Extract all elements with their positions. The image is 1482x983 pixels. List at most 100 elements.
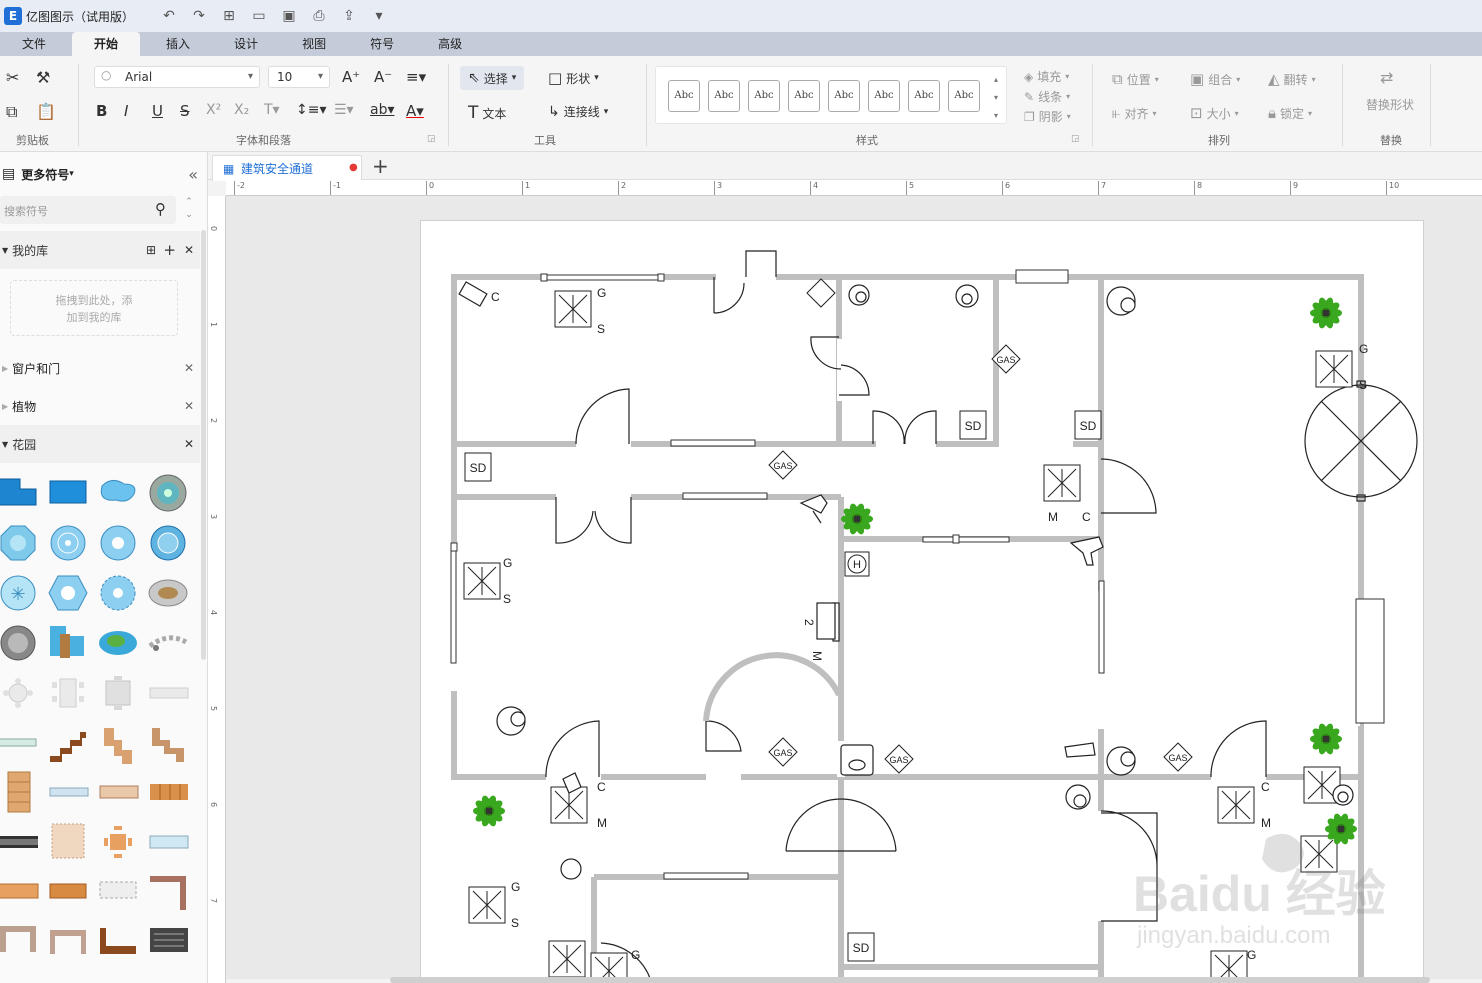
align-button[interactable]: ⫦ 对齐 ▾ — [1112, 104, 1157, 122]
pool-kidney-icon[interactable] — [100, 480, 136, 502]
text-case-icon[interactable]: T▾ — [264, 102, 280, 118]
detector-box[interactable] — [1210, 950, 1248, 979]
gate-icon[interactable] — [0, 926, 36, 952]
detector-box[interactable] — [463, 562, 501, 600]
ladder-icon[interactable] — [7, 771, 31, 813]
floor-plan[interactable]: GAS GAS GAS GAS GAS SD SD SD SD G S G S G S G S C M C M G G C… — [421, 221, 1425, 979]
sd-box[interactable]: SD — [464, 452, 492, 482]
arch-icon[interactable] — [50, 930, 86, 954]
italic-icon[interactable]: I — [124, 102, 128, 120]
gallery-scroll-icon[interactable]: ▴ ▾ ▾ — [994, 71, 998, 125]
detector-box[interactable] — [468, 886, 506, 924]
panel-scrollbar[interactable] — [201, 230, 206, 660]
detector-box[interactable] — [590, 952, 628, 979]
fountain-basin-icon[interactable] — [150, 525, 186, 561]
pond-deck-icon[interactable] — [50, 626, 84, 658]
tab-home[interactable]: 开始 — [72, 32, 141, 56]
close-icon[interactable]: ✕ — [184, 361, 194, 375]
horizontal-scrollbar[interactable] — [390, 977, 1430, 983]
print-icon[interactable]: ⎙ — [308, 8, 330, 24]
raised-bed-icon[interactable] — [100, 928, 136, 954]
plant-icon[interactable] — [1310, 723, 1342, 756]
gas-detector[interactable]: GAS — [884, 744, 914, 774]
sd-box[interactable]: SD — [959, 410, 987, 440]
size-button[interactable]: ⊡ 大小 ▾ — [1190, 104, 1239, 122]
replace-shape-icon[interactable]: ⇄ — [1380, 68, 1393, 87]
curved-wall[interactable] — [703, 652, 842, 722]
new-tab-icon[interactable]: + — [372, 154, 389, 178]
detector-box[interactable] — [554, 290, 592, 328]
bench-icon[interactable] — [149, 687, 189, 699]
group-button[interactable]: ▣ 组合 ▾ — [1190, 70, 1240, 88]
sd-box[interactable]: SD — [847, 932, 875, 962]
superscript-icon[interactable]: X² — [206, 102, 221, 118]
fountain-octagon-icon[interactable] — [0, 525, 36, 561]
document-tab[interactable]: ▦ 建筑安全通道 ● — [212, 155, 362, 181]
redo-icon[interactable]: ↷ — [188, 8, 210, 24]
tab-view[interactable]: 视图 — [280, 32, 348, 56]
deck-icon[interactable] — [150, 784, 188, 800]
fountain-oval-icon[interactable] — [148, 579, 188, 607]
symbol-search-input[interactable]: 搜索符号 ⚲ — [0, 196, 176, 224]
fill-button[interactable]: ◈ 填充 ▾ — [1024, 68, 1069, 85]
flip-button[interactable]: ◭ 翻转 ▾ — [1268, 70, 1316, 88]
detector-box[interactable] — [548, 940, 586, 978]
corner-wall-icon[interactable] — [150, 876, 186, 910]
close-icon[interactable]: ✕ — [184, 437, 194, 451]
style-preset-6[interactable]: Abc — [868, 80, 900, 112]
plant-icon[interactable] — [841, 503, 873, 536]
pond-island-icon[interactable] — [99, 631, 137, 655]
railing-icon[interactable] — [49, 787, 89, 797]
fountain-star-icon[interactable]: ✳ — [0, 575, 36, 611]
copy-icon[interactable]: ⧉ — [6, 102, 17, 122]
bullet-list-icon[interactable]: ☰▾ — [334, 102, 354, 118]
plants[interactable] — [473, 297, 1357, 846]
bench-wood-icon[interactable] — [49, 883, 87, 899]
gas-detector[interactable]: GAS — [768, 737, 798, 767]
tab-file[interactable]: 文件 — [0, 32, 68, 56]
boardwalk-icon[interactable] — [99, 785, 139, 799]
rail-dark-icon[interactable] — [0, 836, 38, 848]
tab-design[interactable]: 设计 — [212, 32, 280, 56]
position-button[interactable]: ⧉ 位置 ▾ — [1112, 70, 1159, 88]
line-spacing-icon[interactable]: ↕≡▾ — [296, 102, 327, 118]
style-preset-5[interactable]: Abc — [828, 80, 860, 112]
fountain-round-icon[interactable] — [149, 474, 187, 512]
style-preset-4[interactable]: Abc — [788, 80, 820, 112]
new-file-icon[interactable]: ⊞ — [218, 8, 240, 24]
customize-toolbar-icon[interactable]: ▾ — [368, 8, 390, 24]
style-preset-8[interactable]: Abc — [948, 80, 980, 112]
gas-detector[interactable]: GAS — [768, 450, 798, 480]
gas-detector[interactable]: GAS — [1163, 742, 1193, 772]
section-garden[interactable]: ▼ 花园 ✕ — [0, 425, 200, 463]
alarm-panels[interactable] — [496, 286, 1136, 776]
style-preset-7[interactable]: Abc — [908, 80, 940, 112]
font-dialog-launcher-icon[interactable]: ◲ — [427, 134, 436, 144]
detector-box[interactable] — [1217, 786, 1255, 824]
underline-icon[interactable]: U — [152, 102, 163, 120]
detector-box[interactable] — [1043, 464, 1081, 502]
font-size-select[interactable]: 10 — [268, 66, 330, 88]
balustrade-icon[interactable] — [99, 881, 137, 899]
style-preset-1[interactable]: Abc — [668, 80, 700, 112]
more-symbols-header[interactable]: ▤ 更多符号 ▾ « — [0, 156, 200, 192]
font-color-icon[interactable]: A▾ — [406, 102, 424, 120]
gas-detector[interactable] — [806, 278, 836, 308]
library-drop-zone[interactable]: 拖拽到此处，添 加到我的库 — [10, 280, 178, 336]
plant-icon[interactable] — [1310, 297, 1342, 330]
fountain-stone-icon[interactable] — [0, 625, 36, 661]
fountain-ring-icon[interactable] — [50, 525, 86, 561]
shrink-font-icon[interactable]: A⁻ — [374, 68, 392, 86]
close-icon[interactable]: ✕ — [184, 399, 194, 413]
text-align-icon[interactable]: ≡▾ — [406, 68, 426, 86]
shadow-button[interactable]: ❐ 阴影 ▾ — [1024, 108, 1071, 125]
shape-button[interactable]: □ 形状 ▾ — [548, 69, 599, 87]
tab-insert[interactable]: 插入 — [144, 32, 212, 56]
gas-detectors[interactable]: GAS GAS GAS GAS GAS — [768, 278, 1193, 774]
search-nav-icon[interactable]: ⌃ ⌄ — [182, 196, 196, 224]
fountain-dotted-icon[interactable] — [100, 575, 136, 611]
planks-icon[interactable] — [0, 883, 39, 899]
open-folder-icon[interactable]: ▭ — [248, 8, 270, 24]
undo-icon[interactable]: ↶ — [158, 8, 180, 24]
paste-icon[interactable]: 📋 — [36, 102, 56, 121]
